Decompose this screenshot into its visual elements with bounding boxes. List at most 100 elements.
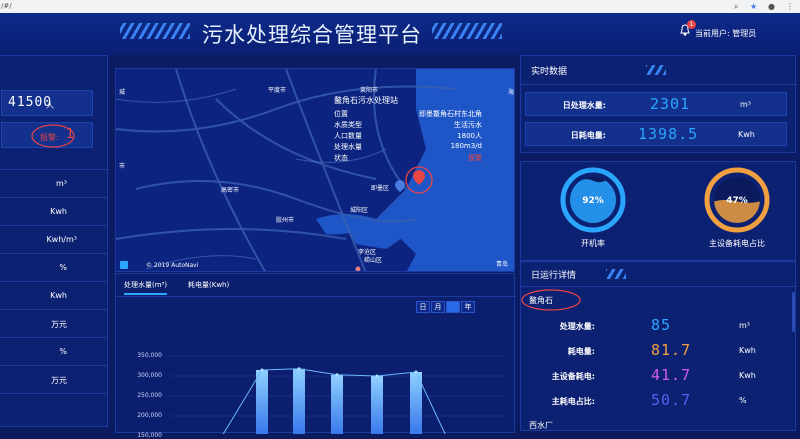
daily-panel: 日运行详情 鳌角石 处理水量: 85 m³ 耗电量: 81.7 Kwh 主设备耗电: 41.7… — [520, 261, 797, 431]
realtime-row-water: 日处理水量: 2301 m³ — [525, 92, 787, 116]
map-place-label: 即墨区 — [371, 185, 390, 192]
chart-point — [260, 368, 264, 372]
detail-label: 主设备耗电: — [551, 372, 595, 381]
metric-row: Kwh/m³ — [0, 226, 107, 254]
metric-unit: 万元 — [51, 376, 67, 385]
detail-label: 耗电量: — [567, 347, 595, 356]
info-value: 生活污水 — [454, 121, 482, 129]
alarm-row[interactable]: 报警: 1 — [1, 122, 93, 148]
map-panel[interactable]: 平度市 莱阳市海城市高密市 即墨区 城阳区 胶州市 李沧区 崂山区 青岛 鳌角石污水处理站 位… — [115, 68, 515, 272]
chart-bar — [293, 368, 305, 434]
power-unit: Kwh — [738, 130, 755, 139]
chart-bar — [331, 374, 343, 434]
info-key: 人口数量 — [334, 132, 362, 140]
metric-row: Kwh — [0, 282, 107, 310]
water-label: 日处理水量: — [562, 101, 606, 110]
map-place-label: 市 — [119, 163, 126, 170]
alarm-value: 1 — [66, 127, 75, 142]
daily-station-name[interactable]: 鳌角石 — [529, 295, 553, 306]
divider — [521, 84, 797, 85]
gauge-panel: 开机率 主设备耗电占比 92% 47% — [520, 161, 796, 261]
chart-point — [335, 373, 339, 377]
menu-icon[interactable]: ⋮ — [786, 2, 794, 11]
metric-row: Kwh — [0, 198, 107, 226]
realtime-panel: 实时数据 日处理水量: 2301 m³ 日耗电量: 1398.5 Kwh — [520, 55, 797, 153]
map-place-label: 青岛 — [496, 261, 509, 268]
scrollbar[interactable] — [792, 292, 795, 332]
detail-unit: m³ — [739, 321, 750, 330]
browser-bar: /#/ ⌕ ★ ● ⋮ — [0, 0, 800, 13]
current-user[interactable]: 当前用户: 管理员 — [695, 28, 756, 39]
chart-bar — [371, 376, 383, 434]
water-chart — [170, 355, 506, 434]
info-key: 处理水量 — [334, 143, 362, 151]
map-canvas[interactable] — [116, 69, 515, 272]
star-icon[interactable]: ★ — [750, 2, 757, 11]
metric-row: 万元 — [0, 366, 107, 394]
station-name: 鳌角石污水处理站 — [334, 96, 398, 105]
header: 污水处理综合管理平台 1 当前用户: 管理员 — [0, 13, 800, 55]
chart-point — [375, 374, 379, 378]
metric-unit: % — [59, 263, 67, 272]
population-unit: 人 — [46, 101, 54, 110]
info-key: 水质类型 — [334, 121, 362, 129]
info-value: 1800人 — [457, 132, 482, 140]
info-value: 报警 — [468, 154, 482, 162]
detail-label: 处理水量: — [559, 322, 595, 331]
detail-unit: Kwh — [739, 346, 756, 355]
detail-label: 主耗电占比: — [551, 397, 595, 406]
detail-unit: % — [739, 396, 747, 405]
detail-value: 85 — [651, 316, 672, 334]
metric-unit: m³ — [56, 179, 67, 188]
account-icon[interactable]: ● — [768, 2, 775, 11]
metric-unit: Kwh/m³ — [46, 235, 77, 244]
daily-stripes — [606, 269, 626, 279]
detail-value: 41.7 — [651, 366, 692, 384]
chart-panel: 处理水量(m³) 耗电量(Kwh) 日 月 周 年 350,000 300,000… — [115, 273, 516, 439]
metric-unit: Kwh — [50, 207, 67, 216]
gauge-label-uptime: 开机率 — [581, 239, 605, 248]
left-panel: 41500 人 报警: 1 m³ Kwh Kwh/m³% Kwh 万元% 万元 — [0, 55, 109, 427]
page-title: 污水处理综合管理平台 — [202, 23, 422, 47]
gauge-label-power-ratio: 主设备耗电占比 — [709, 239, 765, 248]
chart-bar — [256, 370, 268, 434]
metric-unit: 万元 — [51, 320, 67, 329]
map-place-label: 平度市 — [268, 87, 287, 94]
metric-row: % — [0, 254, 107, 282]
chart-point — [414, 370, 418, 374]
metric-row: m³ — [0, 170, 107, 198]
info-key: 状态 — [334, 154, 348, 162]
population-row: 41500 人 — [1, 90, 93, 116]
daily-title: 日运行详情 — [531, 271, 577, 281]
map-place-label: 莱阳市 — [360, 87, 379, 94]
divider — [521, 286, 797, 287]
water-unit: m³ — [740, 100, 751, 109]
next-station-name[interactable]: 西水厂 — [529, 420, 553, 431]
realtime-row-power: 日耗电量: 1398.5 Kwh — [525, 122, 787, 146]
map-attribution: © 2019 AutoNavi — [146, 262, 199, 269]
map-logo-icon — [120, 261, 128, 269]
metric-unit: Kwh — [50, 291, 67, 300]
map-place-label: 崂山区 — [364, 257, 383, 264]
info-value: 即墨鳌角石村东北角 — [419, 110, 482, 118]
map-place-label: 城阳区 — [350, 207, 369, 214]
alarm-label: 报警: — [40, 133, 59, 142]
map-place-label: 城 — [119, 89, 126, 96]
detail-value: 81.7 — [651, 341, 692, 359]
metric-row: 万元 — [0, 310, 107, 338]
metric-row: % — [0, 338, 107, 366]
url-text[interactable]: /#/ — [1, 2, 12, 10]
map-place-label: 海 — [508, 89, 515, 96]
zoom-icon[interactable]: ⌕ — [734, 2, 738, 12]
realtime-title: 实时数据 — [531, 67, 568, 77]
power-value: 1398.5 — [638, 125, 699, 143]
map-place-label: 高密市 — [221, 187, 240, 194]
detail-value: 50.7 — [651, 391, 692, 409]
map-place-label: 胶州市 — [276, 217, 295, 224]
realtime-stripes — [646, 65, 666, 75]
metric-unit: % — [59, 347, 67, 356]
power-label: 日耗电量: — [570, 131, 606, 140]
info-key: 位置 — [334, 110, 348, 118]
water-value: 2301 — [650, 95, 691, 113]
info-value: 180m3/d — [450, 142, 482, 150]
